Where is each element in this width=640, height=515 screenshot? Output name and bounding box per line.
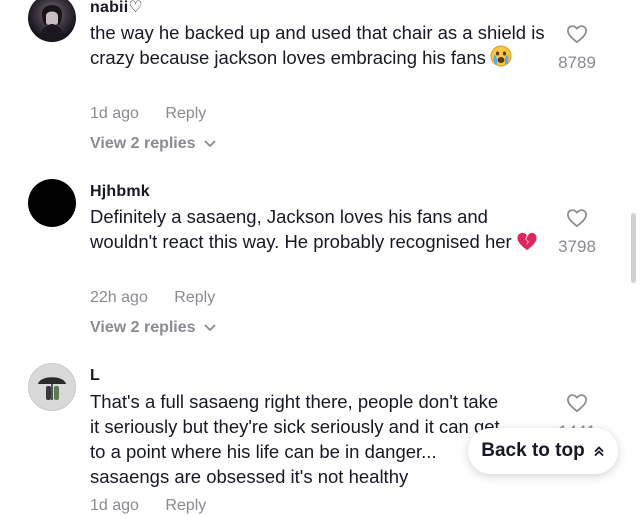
crying-face-emoji	[490, 45, 512, 73]
comment-time: 1d ago	[90, 497, 139, 514]
avatar-umbrella-icon	[38, 377, 66, 400]
comment-text: Definitely a sasaeng, Jackson loves his …	[90, 204, 545, 257]
avatar[interactable]	[28, 363, 76, 411]
avatar-portrait-icon	[38, 5, 66, 42]
double-chevron-up-icon	[594, 446, 604, 456]
comment-username[interactable]: L	[90, 367, 100, 385]
comment-meta: 1d ago Reply	[90, 105, 228, 123]
back-to-top-button[interactable]: Back to top	[468, 428, 618, 474]
reply-button[interactable]: Reply	[174, 289, 215, 306]
heart-outline-icon	[567, 209, 587, 228]
comment-username[interactable]: Hjhbmk	[90, 183, 150, 201]
like-button[interactable]: 3798	[542, 208, 612, 257]
comment-body: Definitely a sasaeng, Jackson loves his …	[90, 206, 512, 252]
heart-outline-icon	[567, 25, 587, 44]
chevron-down-icon	[204, 140, 215, 147]
like-count: 8789	[558, 53, 596, 72]
reply-button[interactable]: Reply	[165, 105, 206, 122]
comment-username[interactable]: nabii♡	[90, 0, 143, 17]
back-to-top-label: Back to top	[481, 440, 585, 461]
reply-button[interactable]: Reply	[165, 497, 206, 514]
scrollbar-thumb[interactable]	[631, 213, 636, 283]
comment-meta: 1d ago Reply	[90, 497, 228, 515]
like-count: 3798	[558, 237, 596, 256]
view-replies-button[interactable]: View 2 replies	[90, 135, 216, 153]
comment-time: 1d ago	[90, 105, 139, 122]
comment-text: the way he backed up and used that chair…	[90, 20, 545, 73]
avatar[interactable]	[28, 179, 76, 227]
view-replies-label: View 2 replies	[90, 319, 196, 336]
like-button[interactable]: 8789	[542, 24, 612, 73]
comment-time: 22h ago	[90, 289, 148, 306]
heart-outline-icon	[567, 394, 587, 413]
comment-meta: 22h ago Reply	[90, 289, 237, 307]
comment-body: the way he backed up and used that chair…	[90, 22, 545, 68]
avatar[interactable]	[28, 0, 76, 42]
view-replies-button[interactable]: View 2 replies	[90, 319, 216, 337]
chevron-down-icon	[204, 324, 215, 331]
comment-line: That's a full sasaeng right there, peopl…	[90, 391, 499, 412]
view-replies-label: View 2 replies	[90, 135, 196, 152]
broken-heart-emoji	[516, 231, 538, 257]
